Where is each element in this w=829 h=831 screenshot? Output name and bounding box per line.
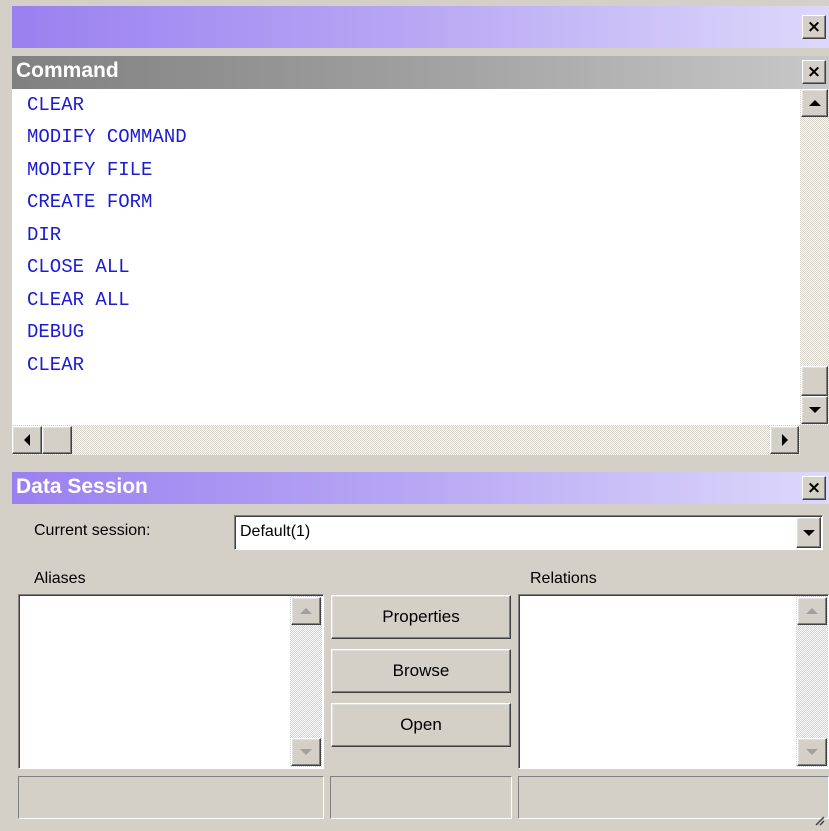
properties-button[interactable]: Properties	[331, 595, 511, 639]
command-scroll-up-button[interactable]	[801, 89, 828, 117]
aliases-status-panel	[18, 776, 324, 819]
command-hscroll-thumb[interactable]	[42, 426, 72, 454]
data-session-close-button[interactable]: ×	[802, 476, 826, 500]
browse-button[interactable]: Browse	[331, 649, 511, 693]
arrow-up-icon	[806, 608, 818, 614]
relations-status-panel	[518, 776, 829, 819]
command-line[interactable]: DEBUG	[27, 316, 84, 348]
buttons-status-panel	[330, 776, 512, 819]
relations-scroll-up-button[interactable]	[797, 597, 827, 625]
open-button[interactable]: Open	[331, 703, 511, 747]
command-scroll-down-button[interactable]	[801, 396, 828, 424]
close-icon: ×	[806, 16, 822, 37]
command-window-close-button[interactable]: ×	[802, 60, 826, 84]
relations-scroll-down-button[interactable]	[797, 738, 827, 766]
arrow-down-icon	[806, 749, 818, 755]
current-session-dropdown-button[interactable]	[796, 517, 821, 548]
command-line[interactable]: CLOSE ALL	[27, 251, 130, 283]
close-icon: ×	[806, 61, 822, 82]
chevron-down-icon	[802, 529, 815, 536]
aliases-list[interactable]	[18, 594, 324, 769]
resize-grip-icon[interactable]	[815, 813, 825, 826]
relations-label: Relations	[530, 570, 597, 587]
current-session-label: Current session:	[34, 522, 151, 539]
command-line[interactable]: CLEAR ALL	[27, 284, 130, 316]
command-window-titlebar[interactable]: Command ×	[12, 56, 829, 89]
command-line[interactable]: CLEAR	[27, 89, 84, 121]
data-session-titlebar[interactable]: Data Session ×	[12, 472, 829, 504]
open-button-label: Open	[400, 715, 442, 734]
command-line[interactable]: MODIFY FILE	[27, 154, 152, 186]
close-icon: ×	[806, 477, 822, 498]
top-window-titlebar[interactable]: ×	[12, 6, 829, 48]
properties-button-label: Properties	[382, 607, 460, 626]
relations-list[interactable]	[518, 594, 829, 769]
command-line[interactable]: MODIFY COMMAND	[27, 121, 187, 153]
arrow-up-icon	[808, 100, 821, 106]
command-line[interactable]: CREATE FORM	[27, 186, 152, 218]
command-line[interactable]: CLEAR	[27, 349, 84, 381]
aliases-scroll-down-button[interactable]	[291, 738, 321, 766]
command-scroll-right-button[interactable]	[770, 426, 799, 454]
arrow-down-icon	[808, 407, 821, 413]
data-session-title: Data Session	[16, 475, 148, 498]
top-window-close-button[interactable]: ×	[802, 15, 826, 39]
aliases-label: Aliases	[34, 570, 86, 587]
command-window-title: Command	[16, 59, 119, 82]
arrow-up-icon	[300, 608, 312, 614]
scroll-corner	[800, 425, 829, 455]
command-line[interactable]: DIR	[27, 219, 61, 251]
current-session-value: Default(1)	[240, 523, 311, 540]
arrow-right-icon	[781, 434, 788, 446]
command-scroll-left-button[interactable]	[12, 426, 42, 454]
arrow-down-icon	[300, 749, 312, 755]
browse-button-label: Browse	[392, 661, 450, 680]
aliases-scroll-up-button[interactable]	[291, 597, 321, 625]
command-hscroll-track[interactable]	[12, 425, 800, 455]
current-session-dropdown[interactable]: Default(1)	[234, 515, 823, 550]
arrow-left-icon	[24, 434, 30, 446]
command-vscroll-thumb[interactable]	[801, 366, 828, 396]
